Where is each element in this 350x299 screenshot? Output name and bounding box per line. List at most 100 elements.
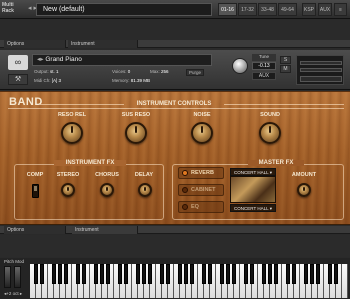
reso-rel-label: RESO REL: [57, 112, 87, 118]
sound-knob[interactable]: [259, 122, 281, 144]
page-button-49-64[interactable]: 49-64: [278, 3, 297, 16]
stereo-knob[interactable]: [61, 183, 75, 197]
amount-knob[interactable]: [297, 183, 311, 197]
black-key[interactable]: [76, 264, 80, 284]
output-field[interactable]: Output: st. 1: [34, 69, 59, 74]
black-key[interactable]: [160, 264, 164, 284]
black-key[interactable]: [208, 264, 212, 284]
cabinet-led: [182, 187, 188, 193]
black-key[interactable]: [328, 264, 332, 284]
black-key[interactable]: [64, 264, 68, 284]
reso-rel-knob[interactable]: [61, 122, 83, 144]
black-key[interactable]: [100, 264, 104, 284]
aux-send-field[interactable]: AUX: [252, 72, 276, 80]
virtual-keyboard[interactable]: [30, 264, 348, 298]
rack-name-field[interactable]: New (default): [36, 3, 212, 16]
instrument-name-field[interactable]: ◂▸ Grand Piano: [32, 54, 212, 66]
rack-empty-area-bottom: [0, 235, 350, 257]
top-bar: Multi Rack ◂ ▸ New (default) 01-16 17-32…: [0, 0, 350, 19]
black-key[interactable]: [118, 264, 122, 284]
black-key[interactable]: [262, 264, 266, 284]
delay-label: DELAY: [134, 172, 154, 178]
instrument-controls-title: INSTRUMENT CONTROLS: [136, 101, 212, 107]
sus-reso-knob[interactable]: [125, 122, 147, 144]
black-key[interactable]: [34, 264, 38, 284]
black-key[interactable]: [304, 264, 308, 284]
tune-knob[interactable]: [232, 58, 248, 74]
black-key[interactable]: [202, 264, 206, 284]
reverb-button[interactable]: REVERB: [178, 167, 224, 179]
mute-button[interactable]: M: [280, 65, 291, 73]
delay-knob[interactable]: [138, 183, 152, 197]
divider: [224, 104, 344, 105]
solo-button[interactable]: S: [280, 56, 291, 64]
ksp-button[interactable]: KSP: [302, 3, 316, 16]
black-key[interactable]: [232, 264, 236, 284]
tab-options-bottom[interactable]: Options: [4, 226, 66, 234]
octave-selector[interactable]: ◂+2 oct ▸: [4, 291, 22, 297]
black-key[interactable]: [286, 264, 290, 284]
black-key[interactable]: [220, 264, 224, 284]
reverb-room-dropdown-top[interactable]: CONCERT HALL ▾: [230, 168, 276, 176]
page-button-33-48[interactable]: 33-48: [258, 3, 277, 16]
page-button-01-16[interactable]: 01-16: [218, 3, 237, 16]
white-key[interactable]: [342, 264, 348, 298]
black-key[interactable]: [52, 264, 56, 284]
black-key[interactable]: [58, 264, 62, 284]
memory-field: Memory: 81.39 MB: [112, 78, 151, 83]
max-voices-field[interactable]: Max: 256: [150, 69, 169, 74]
page-button-17-32[interactable]: 17-32: [238, 3, 257, 16]
reverb-led: [182, 170, 188, 176]
black-key[interactable]: [226, 264, 230, 284]
tune-value[interactable]: -0.13: [252, 62, 276, 70]
instrument-icon[interactable]: ∞: [8, 55, 28, 70]
eq-button[interactable]: EQ: [178, 201, 224, 213]
black-key[interactable]: [136, 264, 140, 284]
rack-menu-button[interactable]: ≡: [334, 3, 347, 16]
black-key[interactable]: [142, 264, 146, 284]
black-key[interactable]: [274, 264, 278, 284]
black-key[interactable]: [316, 264, 320, 284]
instrument-header: ∞ ⚒ ◂▸ Grand Piano Output: st. 1 Voices:…: [0, 50, 350, 90]
mod-wheel[interactable]: [14, 266, 21, 288]
wrench-icon[interactable]: ⚒: [8, 74, 28, 85]
output-meters: [296, 55, 344, 85]
black-key[interactable]: [124, 264, 128, 284]
band-title: BAND: [9, 96, 43, 108]
black-key[interactable]: [148, 264, 152, 284]
black-key[interactable]: [268, 264, 272, 284]
black-key[interactable]: [184, 264, 188, 284]
tab-options[interactable]: Options: [4, 40, 66, 48]
sound-label: SOUND: [260, 112, 280, 118]
tab-instrument[interactable]: Instrument: [68, 40, 138, 48]
eq-led: [182, 204, 188, 210]
pitch-wheel[interactable]: [4, 266, 11, 288]
black-key[interactable]: [190, 264, 194, 284]
noise-knob[interactable]: [191, 122, 213, 144]
midi-channel-field[interactable]: Midi Ch: [A] 3: [34, 78, 61, 83]
black-key[interactable]: [250, 264, 254, 284]
aux-button[interactable]: AUX: [318, 3, 332, 16]
purge-button[interactable]: Purge: [186, 69, 205, 76]
noise-label: NOISE: [193, 112, 211, 118]
black-key[interactable]: [244, 264, 248, 284]
chorus-knob[interactable]: [100, 183, 114, 197]
black-key[interactable]: [292, 264, 296, 284]
slot-tabs-bottom: Options Instrument: [0, 226, 350, 234]
black-key[interactable]: [40, 264, 44, 284]
tab-instrument-bottom[interactable]: Instrument: [72, 226, 138, 234]
volume-slider[interactable]: [300, 76, 342, 82]
cabinet-button[interactable]: CABINET: [178, 184, 224, 196]
black-key[interactable]: [334, 264, 338, 284]
black-key[interactable]: [178, 264, 182, 284]
pitch-mod-label: Pitch Mod: [4, 259, 25, 264]
tune-label: Tune: [252, 54, 276, 61]
comp-toggle[interactable]: [32, 184, 39, 198]
reverb-room-dropdown-bottom[interactable]: CONCERT HALL ▾: [230, 204, 276, 212]
black-key[interactable]: [82, 264, 86, 284]
black-key[interactable]: [94, 264, 98, 284]
black-key[interactable]: [106, 264, 110, 284]
black-key[interactable]: [310, 264, 314, 284]
black-key[interactable]: [166, 264, 170, 284]
instrument-panel: BAND INSTRUMENT CONTROLS RESO REL SUS RE…: [0, 91, 350, 225]
